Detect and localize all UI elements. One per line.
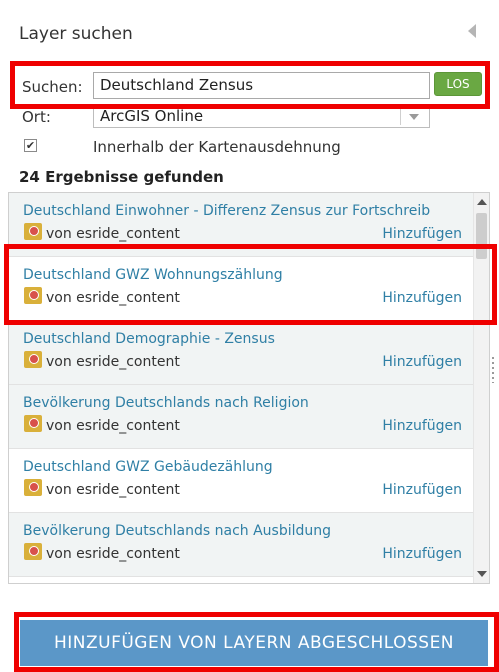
list-item: Bevölkerung Deutschlands nach Ausbildung… [9, 513, 474, 577]
search-label: Suchen: [22, 78, 83, 96]
add-layer-link[interactable]: Hinzufügen [382, 418, 462, 434]
result-owner: von esride_content [46, 290, 180, 306]
add-layer-link[interactable]: Hinzufügen [382, 226, 462, 242]
result-owner: von esride_content [46, 354, 180, 370]
chevron-down-icon[interactable] [409, 114, 419, 120]
extent-checkbox[interactable]: ✔ [24, 139, 37, 152]
ort-label: Ort: [22, 108, 51, 126]
layer-pin-icon [24, 415, 42, 432]
result-owner: von esride_content [46, 226, 180, 242]
select-divider [400, 108, 401, 125]
layer-pin-icon [24, 351, 42, 368]
scroll-thumb[interactable] [476, 213, 487, 259]
collapse-left-icon[interactable] [468, 24, 476, 38]
list-item: Bevölkerung Deutschlands nach Religion v… [9, 385, 474, 449]
result-owner: von esride_content [46, 482, 180, 498]
resize-grip-icon[interactable] [492, 357, 494, 383]
search-input[interactable]: Deutschland Zensus [93, 72, 430, 99]
layer-pin-icon [24, 543, 42, 560]
done-adding-layers-button[interactable]: HINZUFÜGEN VON LAYERN ABGESCHLOSSEN [20, 620, 488, 666]
layer-pin-icon [24, 479, 42, 496]
results-count: 24 Ergebnisse gefunden [19, 168, 224, 186]
scroll-down-icon[interactable] [477, 571, 487, 577]
layer-pin-icon [24, 287, 42, 304]
add-layer-link[interactable]: Hinzufügen [382, 482, 462, 498]
add-layer-link[interactable]: Hinzufügen [382, 290, 462, 306]
layer-pin-icon [24, 223, 42, 240]
scroll-up-icon[interactable] [477, 199, 487, 205]
add-layer-link[interactable]: Hinzufügen [382, 546, 462, 562]
result-title-link[interactable]: Bevölkerung Deutschlands nach Religion [23, 395, 309, 411]
list-item: Deutschland Einwohner - Differenz Zensus… [9, 193, 474, 257]
add-layer-link[interactable]: Hinzufügen [382, 354, 462, 370]
extent-checkbox-label: Innerhalb der Kartenausdehnung [93, 138, 341, 156]
list-item: Deutschland GWZ Wohnungszählung von esri… [9, 257, 474, 321]
result-title-link[interactable]: Deutschland GWZ Wohnungszählung [23, 267, 283, 283]
result-owner: von esride_content [46, 418, 180, 434]
panel-title: Layer suchen [19, 24, 133, 44]
list-item: Deutschland Demographie - Zensus von esr… [9, 321, 474, 385]
ort-select[interactable]: ArcGIS Online [93, 106, 430, 128]
result-owner: von esride_content [46, 546, 180, 562]
result-title-link[interactable]: Deutschland Einwohner - Differenz Zensus… [23, 203, 430, 219]
results-scrollbar[interactable] [473, 193, 489, 583]
los-button[interactable]: LOS [434, 72, 482, 96]
result-title-link[interactable]: Deutschland Demographie - Zensus [23, 331, 275, 347]
list-item: Deutschland GWZ Gebäudezählung von esrid… [9, 449, 474, 513]
result-title-link[interactable]: Bevölkerung Deutschlands nach Ausbildung [23, 523, 331, 539]
ort-selected-value: ArcGIS Online [100, 107, 204, 125]
result-title-link[interactable]: Deutschland GWZ Gebäudezählung [23, 459, 273, 475]
results-list: Deutschland Einwohner - Differenz Zensus… [8, 192, 490, 584]
